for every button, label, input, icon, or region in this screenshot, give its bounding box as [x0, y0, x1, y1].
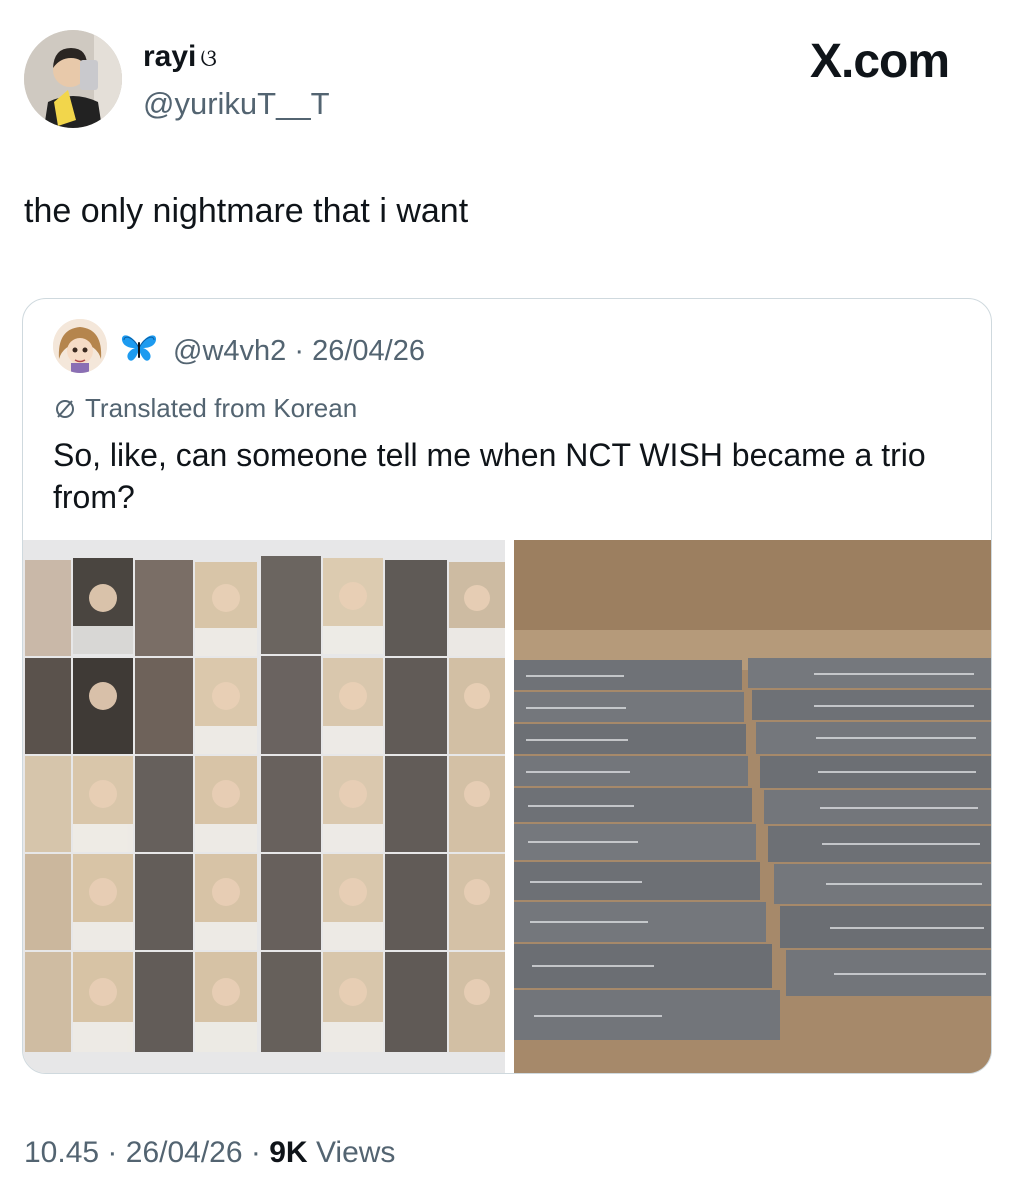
quoted-tweet-card[interactable]: @w4vh2 · 26/04/26 Translated from Korean…	[22, 298, 992, 1074]
quoted-date[interactable]: 26/04/26	[312, 335, 425, 367]
author-avatar[interactable]	[24, 30, 122, 128]
views-count: 9K	[269, 1136, 308, 1169]
translate-icon	[56, 399, 74, 418]
quoted-author-avatar[interactable]	[53, 319, 107, 373]
photocards-grid-image[interactable]	[23, 540, 505, 1073]
author-display-name[interactable]: rayi ଓ	[143, 40, 217, 74]
tweet-footer-meta: 10.45 · 26/04/26 · 9K Views	[24, 1136, 395, 1170]
translated-text: Translated from Korean	[85, 393, 358, 423]
translated-label[interactable]: Translated from Korean	[53, 393, 357, 424]
footer-separator-1: ·	[107, 1136, 118, 1169]
butterfly-icon	[119, 332, 159, 364]
footer-separator-2: ·	[250, 1136, 261, 1169]
author-handle[interactable]: @yurikuT__T	[143, 86, 330, 122]
quoted-handle[interactable]: @w4vh2	[173, 335, 286, 367]
album-boxes-image[interactable]	[514, 540, 991, 1073]
tweet-text: the only nightmare that i want	[24, 192, 469, 230]
quoted-meta: @w4vh2 · 26/04/26	[173, 335, 425, 368]
name-emoji: ଓ	[200, 45, 217, 72]
post-time[interactable]: 10.45	[24, 1136, 99, 1169]
quoted-tweet-text: So, like, can someone tell me when NCT W…	[53, 437, 926, 515]
views-label: Views	[315, 1136, 396, 1169]
post-date[interactable]: 26/04/26	[126, 1136, 243, 1169]
author-name: rayi	[143, 40, 197, 73]
meta-separator: ·	[294, 335, 305, 367]
x-brand-watermark: X.com	[810, 35, 950, 88]
